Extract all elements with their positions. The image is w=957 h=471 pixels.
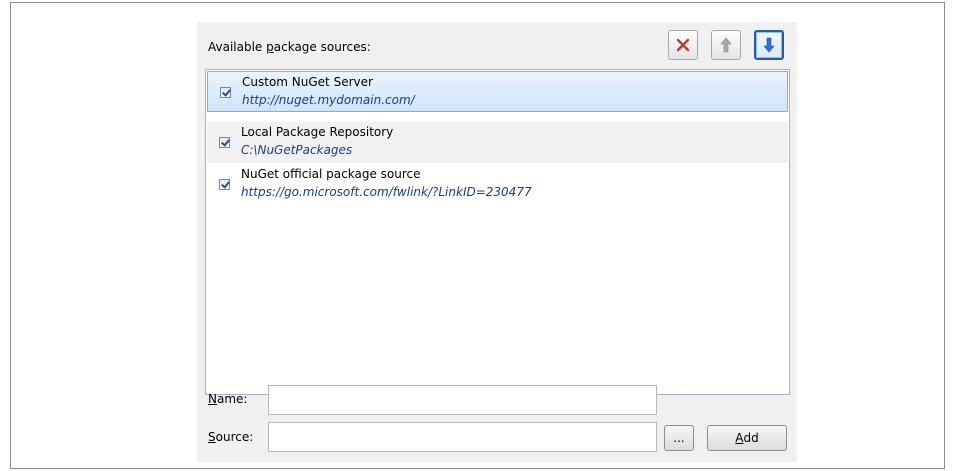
- source-label-rest: ource:: [215, 430, 254, 444]
- package-sources-panel: Available package sources: Custom NuGet …: [197, 22, 797, 462]
- add-button[interactable]: Add: [707, 425, 787, 451]
- add-accelerator: A: [735, 431, 744, 445]
- source-row-nuget-official[interactable]: NuGet official package source https://go…: [207, 164, 788, 205]
- source-enabled-checkbox[interactable]: [220, 87, 231, 98]
- source-url: https://go.microsoft.com/fwlink/?LinkID=…: [241, 185, 532, 199]
- browse-button[interactable]: ...: [664, 425, 694, 451]
- dialog-frame: Available package sources: Custom NuGet …: [10, 2, 945, 469]
- title-accelerator: p: [266, 40, 274, 54]
- panel-header: Available package sources:: [197, 22, 797, 66]
- remove-source-button[interactable]: [668, 30, 698, 60]
- package-sources-list[interactable]: Custom NuGet Server http://nuget.mydomai…: [205, 69, 790, 395]
- source-enabled-checkbox[interactable]: [219, 179, 230, 190]
- remove-icon: [676, 38, 690, 52]
- arrow-down-icon: [763, 37, 775, 53]
- source-input[interactable]: [268, 422, 657, 452]
- source-label-accelerator: S: [208, 430, 216, 444]
- move-up-button[interactable]: [711, 30, 741, 60]
- source-enabled-checkbox[interactable]: [219, 137, 230, 148]
- name-label-rest: ame:: [216, 392, 248, 406]
- add-label-rest: dd: [743, 431, 759, 445]
- title-suffix: ackage sources:: [273, 40, 371, 54]
- source-label: Source:: [208, 430, 253, 444]
- source-name: Local Package Repository: [241, 125, 394, 139]
- source-row-local-package-repository[interactable]: Local Package Repository C:\NuGetPackage…: [207, 122, 788, 163]
- source-url: http://nuget.mydomain.com/: [242, 93, 415, 107]
- move-down-button[interactable]: [754, 30, 784, 60]
- arrow-up-icon: [720, 37, 732, 53]
- source-name: NuGet official package source: [241, 167, 421, 181]
- title-prefix: Available: [208, 40, 267, 54]
- name-input[interactable]: [268, 385, 657, 415]
- source-name: Custom NuGet Server: [242, 75, 373, 89]
- available-sources-label: Available package sources:: [208, 40, 371, 54]
- name-label-accelerator: N: [208, 392, 217, 406]
- source-row-custom-nuget-server[interactable]: Custom NuGet Server http://nuget.mydomai…: [207, 71, 788, 112]
- source-url: C:\NuGetPackages: [241, 143, 353, 157]
- name-label: Name:: [208, 392, 247, 406]
